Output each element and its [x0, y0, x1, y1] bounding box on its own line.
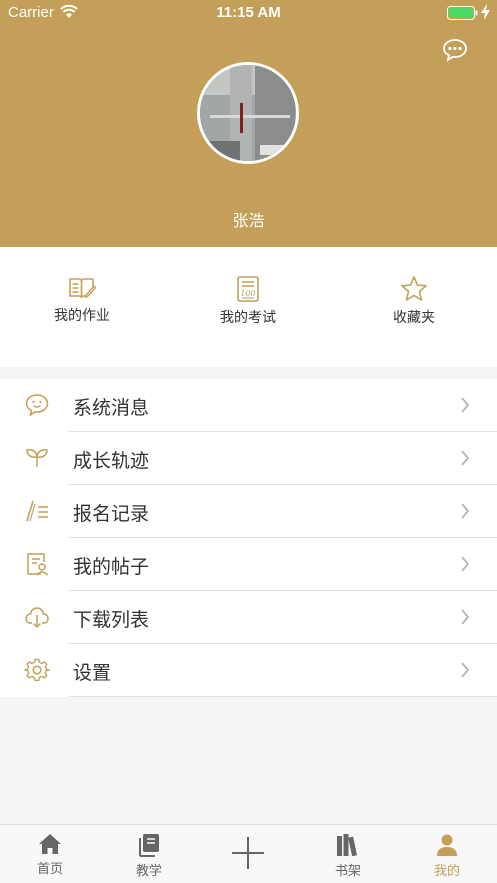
my-exam-button[interactable]: 100 我的考试: [193, 275, 303, 327]
chevron-right-icon: [461, 662, 470, 678]
my-homework-button[interactable]: 我的作业: [27, 275, 137, 325]
menu-label: 设置: [73, 662, 112, 684]
menu-label: 成长轨迹: [73, 450, 150, 472]
username[interactable]: 张浩: [0, 207, 497, 231]
my-homework-label: 我的作业: [54, 308, 110, 324]
cloud-download-icon: [25, 607, 49, 629]
menu-item-settings[interactable]: 设置: [0, 644, 497, 697]
settings-menu: 系统消息 成长轨迹 报名记录 我的帖子 下载列表 设置: [0, 379, 497, 697]
star-icon: [401, 276, 427, 301]
tab-label: 我的: [433, 864, 460, 879]
clock: 11:15 AM: [216, 4, 281, 21]
divider: [68, 696, 497, 697]
tab-label: 教学: [135, 864, 162, 879]
sprout-icon: [26, 449, 48, 467]
chevron-right-icon: [461, 450, 470, 466]
svg-text:100: 100: [240, 289, 255, 298]
favorites-button[interactable]: 收藏夹: [359, 275, 469, 327]
menu-item-my-posts[interactable]: 我的帖子: [0, 538, 497, 591]
menu-label: 系统消息: [73, 397, 150, 419]
bookshelf-icon: [337, 834, 358, 857]
tab-label: 首页: [36, 862, 63, 877]
menu-label: 我的帖子: [73, 556, 150, 578]
battery-icon: [447, 6, 478, 20]
chevron-right-icon: [461, 503, 470, 519]
home-icon: [39, 834, 61, 854]
status-bar: Carrier 11:15 AM: [0, 0, 497, 26]
menu-item-downloads[interactable]: 下载列表: [0, 591, 497, 644]
quick-actions-panel: 我的作业 100 我的考试 收藏夹: [0, 247, 497, 367]
post-user-icon: [27, 553, 49, 576]
pen-list-icon: [26, 500, 48, 522]
menu-label: 下载列表: [73, 609, 150, 631]
my-exam-label: 我的考试: [220, 310, 276, 326]
chevron-right-icon: [461, 609, 470, 625]
menu-item-registration-records[interactable]: 报名记录: [0, 485, 497, 538]
menu-item-growth-track[interactable]: 成长轨迹: [0, 432, 497, 485]
gear-icon: [24, 658, 50, 682]
book-stack-icon: [139, 834, 159, 857]
avatar-photo: [200, 65, 296, 161]
user-icon: [437, 834, 457, 856]
plus-icon[interactable]: [230, 835, 266, 871]
avatar[interactable]: [197, 62, 299, 164]
tab-home[interactable]: 首页: [15, 833, 85, 877]
tab-label: 书架: [334, 864, 361, 879]
tab-bookshelf[interactable]: 书架: [313, 833, 383, 879]
tab-mine[interactable]: 我的: [412, 833, 482, 879]
menu-item-system-messages[interactable]: 系统消息: [0, 379, 497, 432]
profile-header: Carrier 11:15 AM 张浩: [0, 0, 497, 247]
message-bubble-icon: [25, 394, 49, 417]
book-edit-icon: [69, 278, 96, 299]
chevron-right-icon: [461, 556, 470, 572]
chat-icon[interactable]: [442, 38, 468, 62]
exam-paper-icon: 100: [237, 276, 259, 302]
charging-icon: [481, 4, 490, 20]
menu-label: 报名记录: [73, 503, 150, 525]
tab-teaching[interactable]: 教学: [114, 833, 184, 879]
favorites-label: 收藏夹: [393, 310, 435, 326]
chevron-right-icon: [461, 397, 470, 413]
